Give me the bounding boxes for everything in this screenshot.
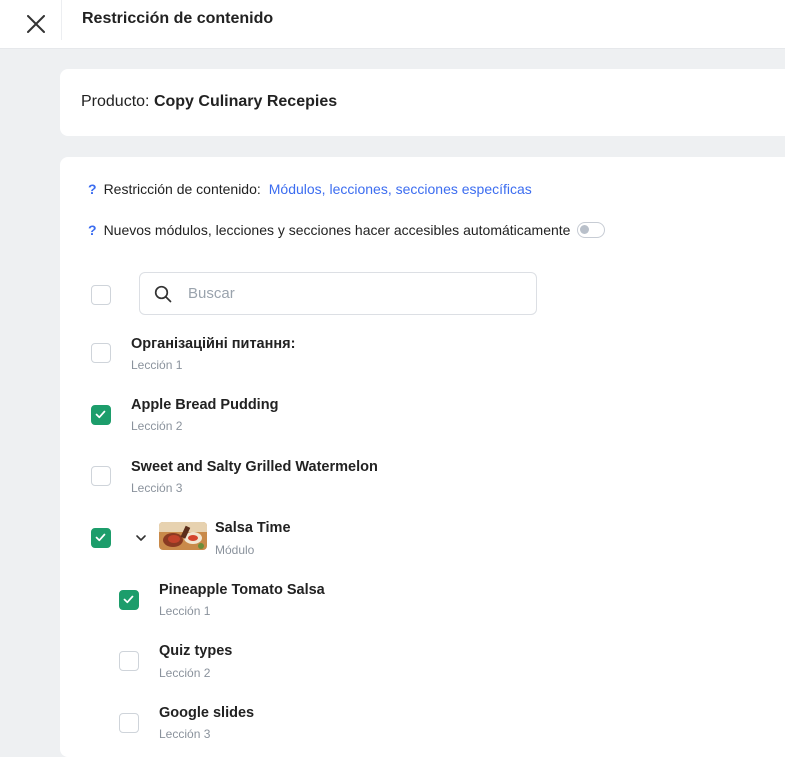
product-card: Producto: Copy Culinary Recepies	[60, 69, 785, 136]
module-title: Salsa Time	[215, 520, 291, 536]
product-name: Copy Culinary Recepies	[153, 93, 338, 110]
auto-access-row: ? Nuevos módulos, lecciones y secciones …	[88, 222, 606, 238]
restriction-row: ? Restricción de contenido: Módulos, lec…	[88, 181, 532, 197]
item-title: Apple Bread Pudding	[131, 397, 279, 413]
item-subtitle: Lección 1	[159, 604, 211, 618]
item-checkbox[interactable]	[91, 466, 111, 486]
page-title: Restricción de contenido	[82, 10, 274, 27]
module-subtitle: Módulo	[215, 543, 255, 557]
divider	[61, 0, 62, 40]
item-subtitle: Lección 2	[159, 666, 211, 680]
restriction-label: Restricción de contenido:	[103, 181, 261, 197]
item-title: Pineapple Tomato Salsa	[159, 582, 325, 598]
chevron-down-icon[interactable]	[134, 531, 148, 545]
help-icon[interactable]: ?	[88, 181, 97, 197]
item-checkbox[interactable]	[91, 405, 111, 425]
close-button[interactable]	[18, 6, 54, 42]
item-checkbox[interactable]	[119, 590, 139, 610]
search-box[interactable]	[139, 272, 537, 315]
module-checkbox[interactable]	[91, 528, 111, 548]
check-icon	[95, 410, 106, 419]
item-subtitle: Lección 1	[131, 358, 183, 372]
item-title: Sweet and Salty Grilled Watermelon	[131, 459, 378, 475]
item-subtitle: Lección 3	[159, 727, 211, 741]
auto-access-label: Nuevos módulos, lecciones y secciones ha…	[103, 222, 571, 238]
help-icon[interactable]: ?	[88, 222, 97, 238]
restriction-type-link[interactable]: Módulos, lecciones, secciones específica…	[269, 181, 532, 197]
check-icon	[123, 595, 134, 604]
top-bar: Restricción de contenido	[0, 0, 785, 49]
product-line: Producto: Copy Culinary Recepies	[81, 93, 337, 111]
module-thumbnail	[159, 522, 207, 550]
item-title: Quiz types	[159, 643, 233, 659]
search-input[interactable]	[186, 284, 520, 303]
item-subtitle: Lección 3	[131, 481, 183, 495]
close-icon	[27, 15, 45, 33]
item-checkbox[interactable]	[91, 343, 111, 363]
item-title: Google slides	[159, 705, 255, 721]
auto-access-toggle[interactable]	[577, 222, 606, 238]
toggle-knob	[580, 225, 590, 234]
item-checkbox[interactable]	[119, 713, 139, 733]
select-all-checkbox[interactable]	[91, 285, 111, 305]
content-card: ? Restricción de contenido: Módulos, lec…	[60, 157, 785, 757]
check-icon	[95, 533, 106, 542]
item-title: Організаційні питання:	[131, 336, 296, 352]
item-subtitle: Lección 2	[131, 419, 183, 433]
salsa-image	[159, 522, 207, 550]
search-icon	[154, 285, 172, 303]
product-label: Producto:	[81, 93, 150, 110]
item-checkbox[interactable]	[119, 651, 139, 671]
